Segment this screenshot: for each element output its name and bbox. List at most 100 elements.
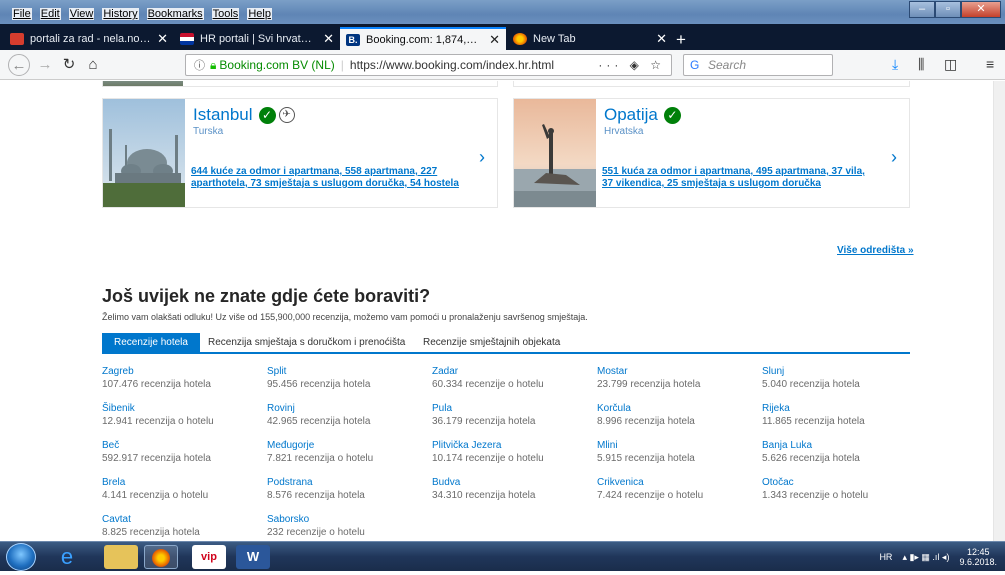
review-city-link[interactable]: Otočac (762, 477, 927, 489)
close-tab-icon[interactable]: ✕ (489, 32, 500, 48)
menu-help[interactable]: Help (247, 8, 272, 20)
review-city-link[interactable]: Slunj (762, 366, 927, 378)
review-city-link[interactable]: Saborsko (267, 514, 432, 526)
review-item: Otočac 1.343 recenzije o hotelu (762, 477, 927, 502)
gmail-icon (10, 32, 24, 45)
search-icon: G (690, 58, 700, 72)
review-city-link[interactable]: Zadar (432, 366, 597, 378)
review-city-link[interactable]: Šibenik (102, 403, 267, 415)
destination-card-istanbul[interactable]: Istanbul ✓ ✈ Turska 644 kuće za odmor i … (102, 98, 498, 208)
language-indicator[interactable]: HR (879, 552, 892, 562)
destination-name: Istanbul (193, 105, 253, 124)
review-city-link[interactable]: Mostar (597, 366, 762, 378)
plane-icon: ✈ (278, 107, 295, 123)
tab-hr-portali[interactable]: HR portali | Svi hrvatski portali ✕ (174, 27, 340, 50)
file-explorer-icon[interactable] (104, 545, 138, 569)
downloads-icon[interactable]: ⤓ (892, 56, 898, 73)
menu-history[interactable]: History (102, 8, 139, 20)
review-city-link[interactable]: Crikvenica (597, 477, 762, 489)
tab-title: portali za rad - nela.nola5@gm (30, 32, 151, 45)
page-content: Istanbul ✓ ✈ Turska 644 kuće za odmor i … (0, 81, 1005, 541)
sidebar-icon[interactable]: ◫ (944, 56, 957, 73)
info-icon[interactable]: ⓘ (194, 57, 205, 73)
destination-stats-link[interactable]: 644 kuće za odmor i apartmana, 558 apart… (191, 166, 461, 190)
menu-icon[interactable]: ≡ (986, 56, 994, 72)
review-city-link[interactable]: Podstrana (267, 477, 432, 489)
review-city-link[interactable]: Cavtat (102, 514, 267, 526)
review-item: Šibenik 12.941 recenzija o hotelu (102, 403, 267, 428)
word-icon[interactable]: W (236, 545, 270, 569)
review-city-link[interactable]: Brela (102, 477, 267, 489)
tab-new-tab[interactable]: New Tab ✕ (507, 27, 673, 50)
review-city-link[interactable]: Korčula (597, 403, 762, 415)
close-tab-icon[interactable]: ✕ (656, 31, 667, 47)
back-button[interactable]: ← (8, 54, 30, 76)
tray-icons[interactable]: ▴ ▮▸ ▦ .ıl ◂) (902, 552, 949, 563)
new-tab-button[interactable]: + (676, 30, 686, 50)
destination-title[interactable]: Opatija ✓ (604, 105, 681, 125)
forward-button[interactable]: → (34, 54, 56, 76)
start-button[interactable] (6, 543, 36, 571)
tab-bnb-reviews[interactable]: Recenzija smještaja s doručkom i prenoći… (196, 333, 417, 352)
close-tab-icon[interactable]: ✕ (323, 31, 334, 47)
more-destinations-link[interactable]: Više odredišta » (837, 245, 914, 256)
destination-card-cropped[interactable] (102, 81, 498, 87)
review-city-link[interactable]: Mlini (597, 440, 762, 452)
review-city-link[interactable]: Beč (102, 440, 267, 452)
reload-button[interactable]: ↻ (58, 54, 80, 76)
firefox-icon (513, 32, 527, 45)
search-placeholder: Search (708, 58, 747, 72)
review-city-link[interactable]: Plitvička Jezera (432, 440, 597, 452)
destination-stats-link[interactable]: 551 kuća za odmor i apartmana, 495 apart… (602, 166, 872, 190)
tab-hotel-reviews[interactable]: Recenzije hotela (102, 333, 200, 352)
review-item: Međugorje 7.821 recenzija o hotelu (267, 440, 432, 465)
menu-bookmarks[interactable]: Bookmarks (146, 8, 204, 20)
menu-file[interactable]: File (12, 8, 32, 20)
tab-booking[interactable]: B. Booking.com: 1,874,557 hotela ✕ (340, 27, 506, 50)
firefox-taskbar-icon[interactable] (144, 545, 178, 569)
library-icon[interactable]: ⫼ (918, 56, 924, 73)
review-city-link[interactable]: Rijeka (762, 403, 927, 415)
url-text[interactable]: https://www.booking.com/index.hr.html (350, 58, 598, 72)
checkmark-icon: ✓ (663, 106, 681, 124)
chevron-right-icon[interactable]: › (479, 147, 485, 168)
destination-card-cropped[interactable] (513, 81, 910, 87)
tab-accommodation-reviews[interactable]: Recenzije smještajnih objekata (411, 333, 572, 352)
review-item: Podstrana 8.576 recenzija hotela (267, 477, 432, 502)
review-city-link[interactable]: Zagreb (102, 366, 267, 378)
review-count: 1.343 recenzije o hotelu (762, 490, 869, 501)
navigation-toolbar: ← → ↻ ⌂ ⓘ 🔒︎ Booking.com BV (NL) | https… (0, 50, 1005, 80)
review-city-link[interactable]: Međugorje (267, 440, 432, 452)
clock[interactable]: 12:45 9.6.2018. (959, 547, 997, 567)
menu-edit[interactable]: Edit (39, 8, 61, 20)
divider: | (340, 58, 344, 72)
close-window-button[interactable]: ✕ (961, 1, 1001, 18)
review-city-link[interactable]: Pula (432, 403, 597, 415)
review-city-link[interactable]: Banja Luka (762, 440, 927, 452)
minimize-button[interactable]: – (909, 1, 935, 18)
review-count: 36.179 recenzija hotela (432, 416, 536, 427)
destination-country: Hrvatska (604, 126, 644, 137)
review-count: 5.915 recenzija hotela (597, 453, 695, 464)
tab-gmail[interactable]: portali za rad - nela.nola5@gm ✕ (4, 27, 174, 50)
menu-view[interactable]: View (68, 8, 95, 20)
review-item: Cavtat 8.825 recenzija hotela (102, 514, 267, 539)
review-item: Slunj 5.040 recenzija hotela (762, 366, 927, 391)
search-input[interactable]: G Search (683, 54, 833, 76)
review-city-link[interactable]: Budva (432, 477, 597, 489)
home-button[interactable]: ⌂ (82, 54, 104, 76)
internet-explorer-icon[interactable]: e (50, 545, 84, 569)
address-bar[interactable]: ⓘ 🔒︎ Booking.com BV (NL) | https://www.b… (185, 54, 672, 76)
scrollbar[interactable] (993, 81, 1005, 541)
chevron-right-icon[interactable]: › (891, 147, 897, 168)
destination-title[interactable]: Istanbul ✓ ✈ (193, 105, 295, 125)
review-item: Zagreb 107.476 recenzija hotela (102, 366, 267, 391)
destination-card-opatija[interactable]: Opatija ✓ Hrvatska 551 kuća za odmor i a… (513, 98, 910, 208)
close-tab-icon[interactable]: ✕ (157, 31, 168, 47)
review-city-link[interactable]: Split (267, 366, 432, 378)
maximize-button[interactable]: ▫ (935, 1, 961, 18)
menu-tools[interactable]: Tools (211, 8, 240, 20)
vip-icon[interactable]: vip (192, 545, 226, 569)
review-city-link[interactable]: Rovinj (267, 403, 432, 415)
page-actions-icon[interactable]: ··· ◈ ☆ (598, 58, 665, 72)
